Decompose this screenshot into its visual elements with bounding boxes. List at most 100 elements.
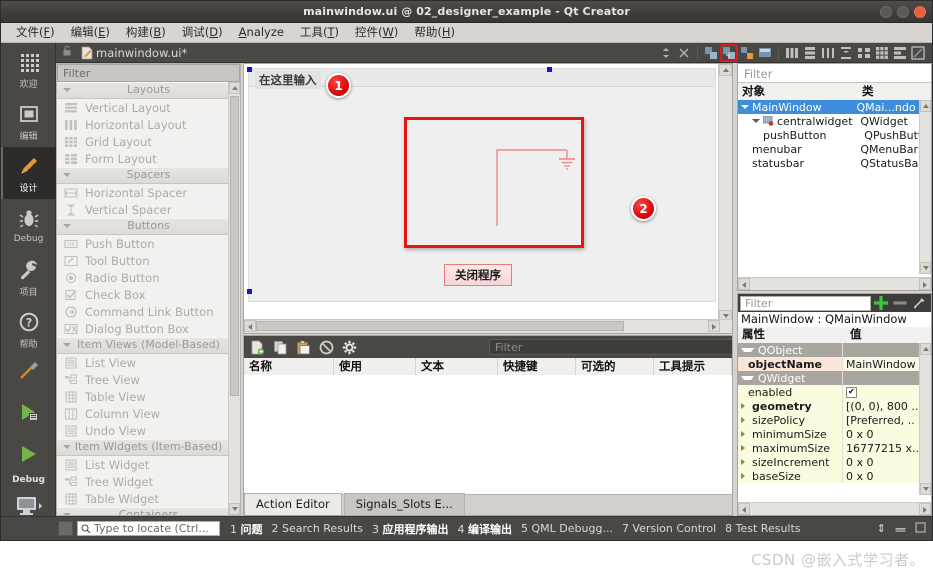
property-value-cell[interactable] — [842, 343, 920, 357]
locator-input[interactable]: Type to locate (Ctrl... — [77, 521, 220, 536]
widget-item[interactable]: OK Push Button — [57, 235, 240, 252]
menu-8[interactable]: 帮助(H) — [406, 23, 463, 42]
widget-item[interactable]: Vertical Layout — [57, 99, 240, 116]
property-row[interactable]: QWidget — [738, 371, 920, 385]
start-debug-button[interactable] — [1, 391, 56, 433]
design-canvas[interactable]: 在这里输入 关闭程序 — [243, 63, 733, 334]
property-row[interactable]: minimumSize 0 x 0 — [738, 427, 920, 441]
widget-group-header[interactable]: Containers — [57, 507, 240, 515]
expand-triangle-icon[interactable] — [741, 473, 749, 479]
menu-4[interactable]: 调试(D) — [174, 23, 231, 42]
property-value-cell[interactable]: [(0, 0), 800 ... — [842, 399, 920, 413]
minus-icon[interactable] — [890, 294, 909, 312]
expander-triangle-icon[interactable] — [752, 119, 760, 123]
action-column-header[interactable]: 工具提示 — [654, 358, 732, 375]
mode-question-circle[interactable]: ? 帮助 — [1, 303, 56, 355]
form-menu-placeholder[interactable]: 在这里输入 — [255, 71, 321, 89]
delete-icon[interactable] — [317, 338, 335, 356]
menu-2[interactable]: 编辑(E) — [63, 23, 118, 42]
widget-item[interactable]: Check Box — [57, 286, 240, 303]
action-column-header[interactable]: 文本 — [416, 358, 498, 375]
action-editor-rows[interactable] — [244, 375, 732, 487]
scroll-thumb[interactable] — [230, 96, 239, 396]
property-value-cell[interactable]: 0 x 0 — [842, 469, 920, 483]
widget-box-filter-input[interactable]: Filter — [57, 64, 240, 82]
expand-triangle-icon[interactable] — [741, 417, 749, 423]
layout-grid-icon[interactable] — [874, 45, 890, 61]
break-layout-icon[interactable] — [892, 45, 908, 61]
canvas-scroll-up[interactable] — [719, 64, 732, 76]
widget-group-header[interactable]: Item Views (Model-Based) — [57, 337, 240, 354]
canvas-vscrollbar[interactable] — [718, 64, 732, 322]
expander-triangle-icon[interactable] — [741, 105, 749, 109]
widget-box-scrollbar[interactable] — [228, 82, 240, 515]
scroll-down-arrow[interactable] — [229, 503, 240, 515]
oi-scroll-down[interactable] — [920, 262, 931, 274]
object-inspector-vscrollbar[interactable] — [919, 100, 931, 274]
property-column-header[interactable]: 属性 — [738, 327, 846, 343]
expand-triangle-icon[interactable] — [741, 403, 749, 409]
menu-1[interactable]: 文件(F) — [8, 23, 63, 42]
oi-scroll-up[interactable] — [920, 100, 931, 112]
expand-triangle-icon[interactable] — [741, 459, 749, 465]
property-value-cell[interactable]: [Preferred, .. — [842, 413, 920, 427]
property-row[interactable]: baseSize 0 x 0 — [738, 469, 920, 483]
object-inspector-tree[interactable]: MainWindow QMai...ndo centralwidget QWidget… — [738, 100, 920, 170]
object-inspector-filter-input[interactable]: Filter — [738, 64, 931, 83]
edit-signals-slots-icon[interactable] — [720, 44, 738, 62]
pe-scroll-left[interactable] — [738, 503, 750, 515]
mode-grid-dots[interactable]: 欢迎 — [1, 43, 56, 95]
output-pane-button[interactable]: 3 应用程序输出 — [372, 521, 449, 537]
object-inspector-hscrollbar[interactable] — [738, 277, 931, 290]
widget-item[interactable]: Table View — [57, 388, 240, 405]
property-value-cell[interactable] — [842, 371, 920, 385]
widget-item[interactable]: Column View — [57, 405, 240, 422]
output-pane-button[interactable]: 8 Test Results — [725, 522, 800, 535]
expand-triangle-icon[interactable] — [741, 431, 749, 437]
toggle-sidebar-icon[interactable] — [58, 521, 73, 536]
action-column-header[interactable]: 名称 — [244, 358, 334, 375]
pe-scroll-down[interactable] — [920, 483, 931, 495]
plus-icon[interactable] — [871, 294, 890, 312]
widget-item[interactable]: Grid Layout — [57, 133, 240, 150]
widget-item[interactable]: Command Link Button — [57, 303, 240, 320]
widget-item[interactable]: Horizontal Layout — [57, 116, 240, 133]
minimize-button[interactable] — [880, 6, 892, 18]
menu-3[interactable]: 构建(B) — [118, 23, 174, 42]
widget-item[interactable]: Undo View — [57, 422, 240, 439]
property-value-cell[interactable]: 16777215 x.. — [842, 441, 920, 455]
edit-buddies-icon[interactable] — [739, 45, 755, 61]
widget-item[interactable]: Dialog Button Box — [57, 320, 240, 337]
widget-item[interactable]: Tree Widget — [57, 473, 240, 490]
object-column-header[interactable]: 对象 — [738, 83, 858, 100]
output-pane-button[interactable]: 5 QML Debugg... — [521, 522, 613, 535]
object-tree-row[interactable]: statusbar QStatusBar — [738, 156, 920, 170]
selection-handle-tr[interactable] — [547, 67, 552, 72]
property-editor-vscrollbar[interactable] — [919, 343, 931, 495]
action-editor-filter-input[interactable]: Filter — [489, 339, 732, 355]
mode-bug[interactable]: Debug — [1, 199, 56, 251]
widget-item[interactable]: Table Widget — [57, 490, 240, 507]
widget-item[interactable]: Tool Button — [57, 252, 240, 269]
property-row[interactable]: maximumSize 16777215 x.. — [738, 441, 920, 455]
layout-splitter-v-icon[interactable] — [838, 45, 854, 61]
property-editor-filter-input[interactable]: Filter — [740, 295, 871, 311]
copy-icon[interactable] — [271, 338, 289, 356]
maximize-button[interactable] — [897, 6, 909, 18]
editor-tab-filename[interactable]: mainwindow.ui* — [96, 46, 187, 60]
widget-group-header[interactable]: Layouts — [57, 82, 240, 99]
canvas-hscrollbar[interactable] — [244, 319, 732, 333]
property-value-cell[interactable]: 0 x 0 — [842, 427, 920, 441]
property-value-cell[interactable]: 0 x 0 — [842, 455, 920, 469]
form-menu-bar[interactable]: 在这里输入 — [249, 69, 715, 89]
property-value-cell[interactable]: ✔ — [842, 385, 920, 399]
scroll-up-arrow[interactable] — [229, 82, 240, 94]
output-pane-button[interactable]: 2 Search Results — [272, 522, 364, 535]
edit-widgets-icon[interactable] — [703, 45, 719, 61]
layout-vertical-icon[interactable] — [802, 45, 818, 61]
layout-splitter-h-icon[interactable] — [820, 45, 836, 61]
property-row[interactable]: sizePolicy [Preferred, .. — [738, 413, 920, 427]
widget-item[interactable]: Tree View — [57, 371, 240, 388]
widget-group-header[interactable]: Item Widgets (Item-Based) — [57, 439, 240, 456]
property-value-cell[interactable]: MainWindow — [842, 357, 920, 371]
